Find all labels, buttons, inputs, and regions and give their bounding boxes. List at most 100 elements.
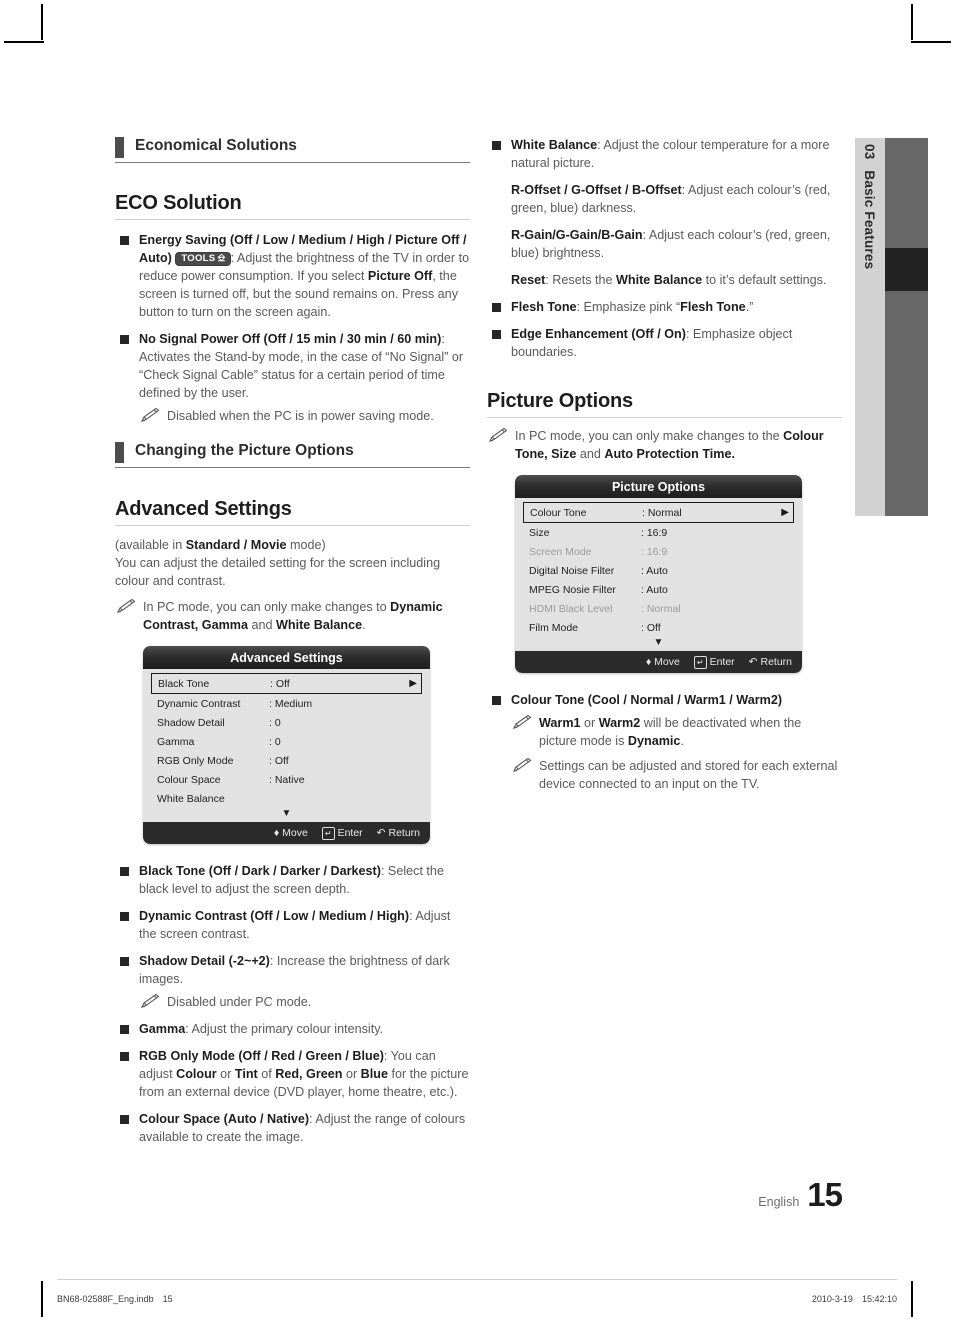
bullet-gamma: Gamma: Adjust the primary colour intensi…: [115, 1020, 470, 1038]
sub-r-offset-title: R-Offset / G-Offset / B-Offset: [511, 183, 682, 197]
osd-footer-enter-label: Enter: [709, 656, 735, 668]
chevron-right-icon: ▶: [781, 507, 789, 518]
footer-file-name: BN68-02588F_Eng.indb: [57, 1294, 154, 1304]
updown-arrow-icon: ♦: [645, 656, 652, 668]
footer: BN68-02588F_Eng.indb 15 2010-3-19 15:42:10: [57, 1294, 897, 1304]
osd-row-shadow-detail[interactable]: Shadow Detail : 0: [151, 713, 422, 732]
bullet-rgb-part1: of: [257, 1067, 276, 1081]
intro-prefix: (available in: [115, 538, 186, 552]
section-heading-label: Changing the Picture Options: [135, 442, 354, 459]
page-language: English: [758, 1195, 800, 1209]
osd-body-picture-options: Colour Tone : Normal ▶ Size : 16:9 Scree…: [515, 498, 802, 651]
note-advanced-suffix: .: [362, 618, 366, 632]
note-picture-options-pc-mode: In PC mode, you can only make changes to…: [487, 427, 842, 463]
osd-row-label: White Balance: [157, 792, 225, 805]
osd-row-label: HDMI Black Level: [529, 602, 613, 615]
osd-row-black-tone[interactable]: Black Tone : Off ▶: [151, 673, 422, 694]
osd-scroll-down-icon[interactable]: ▼: [523, 637, 794, 651]
note-warm2: Warm2: [598, 716, 641, 730]
osd-row-label: Gamma: [157, 735, 195, 748]
bullet-dynamic-contrast-title: Dynamic Contrast (Off / Low / Medium / H…: [139, 909, 410, 923]
osd-row-label: Screen Mode: [529, 545, 592, 558]
osd-row-value: : 16:9: [641, 545, 668, 558]
sub-r-offset: R-Offset / G-Offset / B-Offset: Adjust e…: [511, 181, 842, 217]
osd-row-value: : 16:9: [641, 526, 668, 539]
osd-row-label: Black Tone: [158, 677, 210, 690]
chapter-title: Basic Features: [862, 170, 878, 270]
osd-row-label: RGB Only Mode: [157, 754, 234, 767]
osd-row-dynamic-contrast[interactable]: Dynamic Contrast : Medium: [151, 694, 422, 713]
sub-r-gain: R-Gain/G-Gain/B-Gain: Adjust each colour…: [511, 226, 842, 262]
osd-row-label: Colour Space: [157, 773, 221, 786]
osd-row-mpeg-noise-filter[interactable]: MPEG Nosie Filter : Auto: [523, 580, 794, 599]
chapter-index-bar: [885, 138, 928, 516]
white-balance-bullet-list: White Balance: Adjust the colour tempera…: [487, 136, 842, 361]
osd-row-size[interactable]: Size : 16:9: [523, 523, 794, 542]
pencil-note-icon: [117, 599, 136, 613]
osd-row-digital-noise-filter[interactable]: Digital Noise Filter : Auto: [523, 561, 794, 580]
osd-footer-move: ♦ Move: [274, 827, 308, 839]
osd-row-value: : Off: [269, 754, 289, 767]
osd-row-value: : 0: [269, 716, 281, 729]
crop-mark-top-left-vertical: [41, 4, 43, 40]
note-advanced-bold2: White Balance: [276, 618, 363, 632]
osd-title-picture-options: Picture Options: [515, 475, 802, 498]
bullet-colour-tone-title: Colour Tone (Cool / Normal / Warm1 / War…: [511, 693, 783, 707]
pencil-note-icon: [141, 994, 160, 1008]
eco-solution-bullet-list: Energy Saving (Off / Low / Medium / High…: [115, 231, 470, 425]
footer-divider: [57, 1279, 897, 1280]
sub-reset-text: : Resets the: [545, 273, 617, 287]
chevron-right-icon: ▶: [409, 678, 417, 689]
osd-row-label: Shadow Detail: [157, 716, 225, 729]
sub-reset: Reset: Resets the White Balance to it’s …: [511, 271, 842, 289]
osd-advanced-settings: Advanced Settings Black Tone : Off ▶ Dyn…: [143, 646, 430, 844]
osd-scroll-down-icon[interactable]: ▼: [151, 808, 422, 822]
note-warm-deactivated: Warm1 or Warm2 will be deactivated when …: [511, 714, 842, 750]
heading-eco-solution: ECO Solution: [115, 192, 470, 220]
note-dynamic: Dynamic: [627, 734, 681, 748]
osd-body-advanced-settings: Black Tone : Off ▶ Dynamic Contrast : Me…: [143, 669, 430, 822]
bullet-shadow-detail: Shadow Detail (-2~+2): Increase the brig…: [115, 952, 470, 1011]
osd-row-value: : Normal: [641, 602, 681, 615]
osd-title-advanced-settings: Advanced Settings: [143, 646, 430, 669]
bullet-flesh-tone-text: : Emphasize pink “: [576, 300, 681, 314]
bullet-flesh-tone-title: Flesh Tone: [511, 300, 577, 314]
osd-footer-advanced-settings: ♦ Move ↵ Enter ↶ Return: [143, 822, 430, 844]
bullet-energy-saving-bold-mid: Picture Off: [367, 269, 433, 283]
pencil-note-icon: [513, 715, 532, 729]
sub-r-gain-title: R-Gain/G-Gain/B-Gain: [511, 228, 643, 242]
osd-footer-enter-label: Enter: [337, 827, 363, 839]
note-picture-options-bold2: Auto Protection Time.: [604, 447, 735, 461]
osd-row-rgb-only-mode[interactable]: RGB Only Mode : Off: [151, 751, 422, 770]
osd-row-gamma[interactable]: Gamma : 0: [151, 732, 422, 751]
intro-line2: You can adjust the detailed setting for …: [115, 556, 441, 588]
note-warm1: Warm1: [539, 716, 581, 730]
page-number: 15: [807, 1176, 843, 1213]
note-warm-text3: .: [680, 734, 684, 748]
note-warm-text: or: [580, 716, 599, 730]
osd-row-label: Size: [529, 526, 550, 539]
osd-row-colour-space[interactable]: Colour Space : Native: [151, 770, 422, 789]
osd-row-colour-tone[interactable]: Colour Tone : Normal ▶: [523, 502, 794, 523]
intro-suffix: mode): [286, 538, 326, 552]
return-arrow-icon: ↶: [376, 827, 386, 839]
osd-row-white-balance[interactable]: White Balance: [151, 789, 422, 808]
bullet-shadow-detail-title: Shadow Detail (-2~+2): [139, 954, 270, 968]
section-marker-icon: [115, 442, 124, 463]
osd-footer-move-label: Move: [282, 827, 308, 839]
footer-time: 15:42:10: [861, 1294, 897, 1304]
bullet-no-signal-power-off: No Signal Power Off (Off / 15 min / 30 m…: [115, 330, 470, 425]
osd-row-value: : Medium: [269, 697, 313, 710]
bullet-gamma-title: Gamma: [139, 1022, 186, 1036]
note-advanced-mid: and: [247, 618, 276, 632]
note-settings-stored-text: Settings can be adjusted and stored for …: [539, 759, 838, 791]
right-column: White Balance: Adjust the colour tempera…: [487, 136, 842, 802]
crop-mark-bottom-right-vertical: [911, 1281, 913, 1317]
osd-footer-picture-options: ♦ Move ↵ Enter ↶ Return: [515, 651, 802, 673]
chapter-index-bar-active: [885, 248, 928, 291]
osd-footer-return-label: Return: [760, 656, 792, 668]
chapter-side-tab-text: 03 Basic Features: [855, 138, 885, 516]
osd-row-value: : Normal: [642, 506, 682, 519]
osd-row-value: : Off: [270, 677, 290, 690]
osd-row-film-mode[interactable]: Film Mode : Off: [523, 618, 794, 637]
